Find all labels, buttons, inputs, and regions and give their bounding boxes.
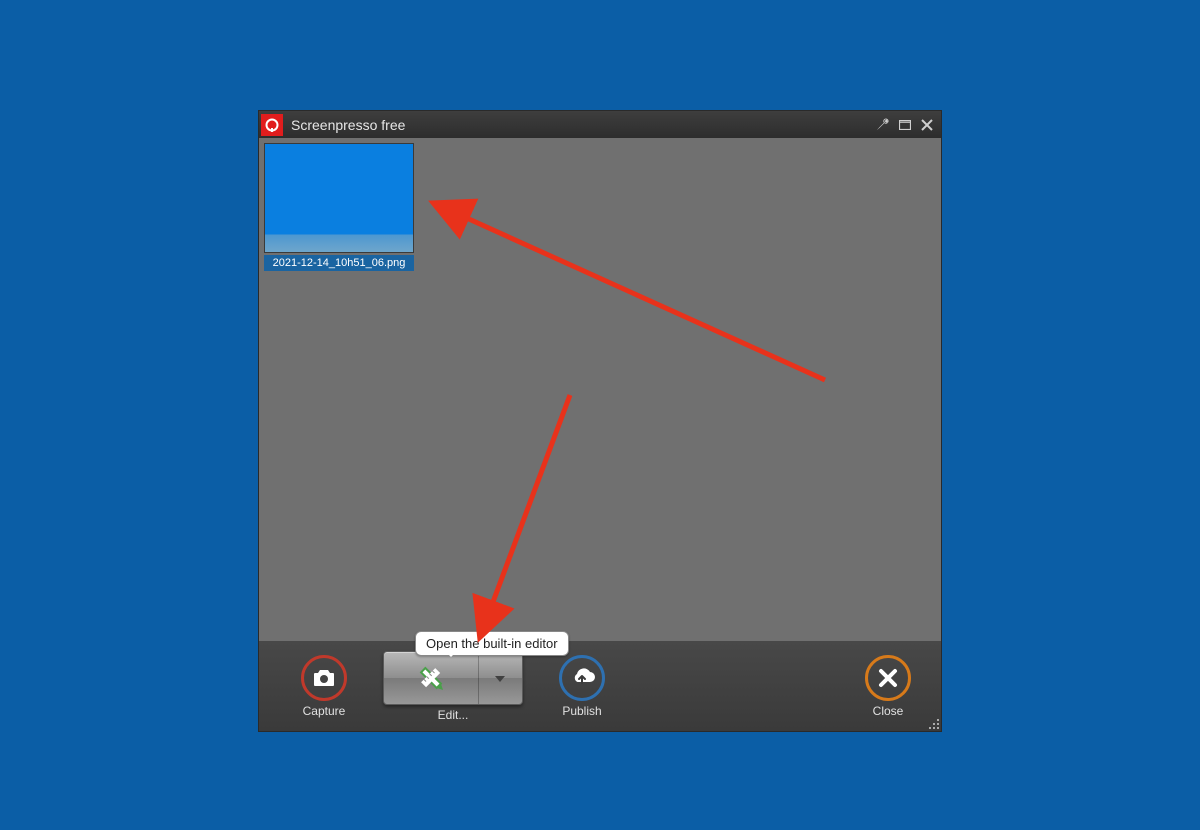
app-logo-icon — [261, 114, 283, 136]
cloud-upload-icon — [559, 655, 605, 701]
edit-button[interactable] — [383, 651, 523, 705]
camera-icon — [301, 655, 347, 701]
close-label: Close — [873, 704, 904, 718]
window-controls — [875, 118, 941, 132]
x-icon — [865, 655, 911, 701]
title-bar[interactable]: Screenpresso free — [259, 111, 941, 138]
window-title: Screenpresso free — [291, 117, 875, 133]
close-button[interactable]: Close — [865, 655, 911, 718]
capture-button[interactable]: Capture — [301, 655, 347, 718]
capture-label: Capture — [303, 704, 346, 718]
edit-button-group: Edit... — [383, 651, 523, 722]
app-window: Screenpresso free 2021-12-14_10h51_06.pn… — [259, 111, 941, 731]
maximize-icon[interactable] — [899, 120, 911, 130]
pencil-ruler-icon — [384, 652, 478, 704]
workspace-area: 2021-12-14_10h51_06.png — [259, 138, 941, 641]
edit-dropdown-caret[interactable] — [478, 652, 522, 704]
screenshot-thumbnail[interactable]: 2021-12-14_10h51_06.png — [264, 143, 414, 271]
edit-label: Edit... — [438, 708, 469, 722]
thumbnail-filename: 2021-12-14_10h51_06.png — [264, 255, 414, 271]
close-icon[interactable] — [921, 119, 933, 131]
settings-icon[interactable] — [875, 118, 889, 132]
publish-label: Publish — [562, 704, 601, 718]
bottom-toolbar: Capture — [259, 641, 941, 731]
thumbnail-image — [264, 143, 414, 253]
caret-down-icon — [495, 671, 505, 685]
publish-button[interactable]: Publish — [559, 655, 605, 718]
resize-grip[interactable] — [925, 715, 939, 729]
